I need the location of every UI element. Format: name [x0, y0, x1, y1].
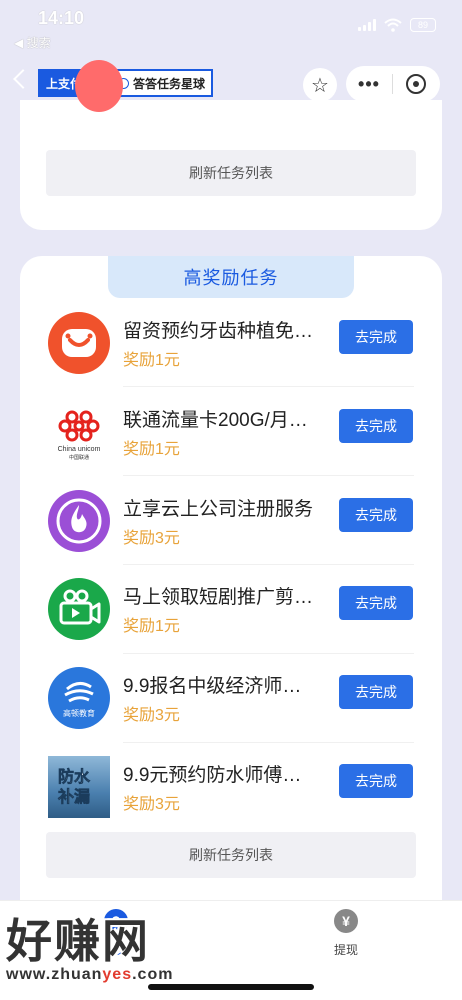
badge-search-box: 答答任务星球 [112, 71, 212, 95]
task-title: 9.9元预约防水师傅… [123, 765, 302, 786]
video-camera-logo-icon [48, 578, 110, 640]
task-title: 立享云上公司注册服务 [123, 499, 314, 520]
task-reward: 奖励1元 [123, 618, 180, 635]
status-time: 14:10 [38, 8, 85, 28]
back-to-search-link[interactable]: ◀ 搜索 [14, 34, 51, 51]
smile-logo-icon [48, 312, 110, 374]
close-mini-program-button[interactable] [393, 74, 439, 94]
complete-task-button[interactable]: 去完成 [339, 320, 413, 354]
status-bar: 14:10 ◀ 搜索 89 [0, 0, 462, 52]
more-menu-button[interactable]: ••• [346, 74, 392, 95]
task-reward: 奖励1元 [123, 441, 180, 458]
task-title: 9.9报名中级经济师… [123, 676, 302, 697]
favorite-star-button[interactable]: ☆ [303, 68, 337, 102]
row-divider [123, 386, 414, 387]
refresh-task-list-button[interactable]: 刷新任务列表 [46, 832, 416, 878]
row-divider [123, 564, 414, 565]
row-divider [123, 653, 414, 654]
complete-task-button[interactable]: 去完成 [339, 764, 413, 798]
task-row[interactable]: 防水 补漏 9.9元预约防水师傅… 奖励3元 去完成 [20, 756, 442, 844]
row-divider [123, 475, 414, 476]
watermark-title: 好赚网 [6, 915, 150, 967]
complete-task-button[interactable]: 去完成 [339, 498, 413, 532]
complete-task-button[interactable]: 去完成 [339, 586, 413, 620]
task-reward: 奖励3元 [123, 707, 180, 724]
task-reward: 奖励1元 [123, 352, 180, 369]
task-title: 联通流量卡200G/月… [123, 410, 308, 431]
tab-label: 提现 [333, 943, 358, 957]
refresh-task-list-button[interactable]: 刷新任务列表 [46, 150, 416, 196]
watermark-url: www.zhuanyes.com [6, 966, 174, 983]
section-title: 高奖励任务 [108, 256, 354, 298]
wifi-icon [384, 18, 402, 32]
back-chevron-icon[interactable] [13, 69, 33, 89]
task-reward: 奖励3元 [123, 530, 180, 547]
star-icon: ☆ [311, 74, 329, 97]
mini-program-capsule: ••• [346, 66, 440, 102]
edu-logo-text: 高顿教育 [63, 708, 95, 718]
battery-icon: 89 [410, 18, 436, 32]
unicom-logo-text: China unicom [58, 446, 101, 453]
gaoduan-edu-logo-icon: 高顿教育 [48, 667, 110, 729]
complete-task-button[interactable]: 去完成 [339, 409, 413, 443]
tab-withdraw[interactable]: ¥ 提现 [306, 909, 386, 958]
waterproof-logo-text-1: 防水 [58, 767, 91, 786]
row-divider [123, 742, 414, 743]
site-watermark: 好赚网 www.zhuanyes.com [6, 912, 206, 984]
badge-right-label: 答答任务星球 [133, 76, 206, 91]
status-icons: 89 [358, 18, 436, 32]
flame-logo-icon [48, 490, 110, 552]
task-title: 留资预约牙齿种植免… [123, 321, 314, 342]
task-title: 马上领取短剧推广剪… [123, 587, 314, 608]
waterproof-logo-icon: 防水 补漏 [48, 756, 110, 818]
signal-icon [358, 19, 376, 31]
unicom-logo-text-cn: 中国联通 [69, 454, 89, 461]
previous-task-card: 刷新任务列表 [20, 60, 442, 230]
mini-program-badge: 上支付宝搜 答答任务星球 [38, 69, 214, 97]
task-reward: 奖励3元 [123, 796, 180, 813]
high-reward-card: 高奖励任务 留资预约牙齿种植免… 奖励1元 去完成 China unicom 中… [20, 256, 442, 906]
close-circle-icon [406, 74, 426, 94]
home-indicator[interactable] [148, 984, 314, 990]
partial-task-logo [75, 60, 123, 112]
yen-icon: ¥ [334, 909, 358, 933]
complete-task-button[interactable]: 去完成 [339, 675, 413, 709]
waterproof-logo-text-2: 补漏 [57, 787, 90, 806]
china-unicom-logo-icon: China unicom 中国联通 [48, 401, 110, 463]
